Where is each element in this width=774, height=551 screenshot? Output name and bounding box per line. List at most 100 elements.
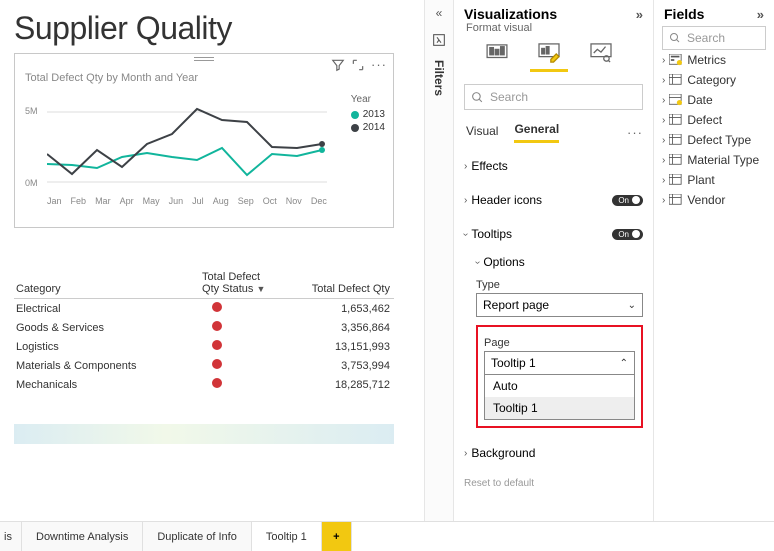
filters-label: Filters xyxy=(432,60,446,96)
page-select-dropdown: Auto Tooltip 1 xyxy=(484,375,635,420)
field-item[interactable]: › Category xyxy=(662,70,766,90)
search-icon xyxy=(669,32,681,44)
page-option[interactable]: Auto xyxy=(485,375,634,397)
subtab-visual[interactable]: Visual xyxy=(466,124,498,142)
map-visual[interactable] xyxy=(14,424,394,444)
filters-pane-collapsed: « Filters xyxy=(424,0,454,551)
line-chart-visual[interactable]: ··· Total Defect Qty by Month and Year 5… xyxy=(14,53,394,228)
col-status[interactable]: Total Defect Qty Status ▼ xyxy=(200,268,270,299)
filter-card-icon[interactable] xyxy=(431,32,447,48)
drag-handle-icon[interactable] xyxy=(194,57,214,61)
search-icon xyxy=(471,91,484,104)
field-item[interactable]: › Defect Type xyxy=(662,130,766,150)
status-dot-icon xyxy=(212,302,222,312)
legend-label: 2014 xyxy=(363,122,385,133)
x-tick: Jul xyxy=(192,196,204,206)
table-icon xyxy=(669,134,683,146)
field-item[interactable]: › Date xyxy=(662,90,766,110)
subtab-general[interactable]: General xyxy=(514,122,559,143)
y-tick: 0M xyxy=(25,178,38,188)
add-page-button[interactable]: + xyxy=(322,522,352,551)
legend-label: 2013 xyxy=(363,109,385,120)
table-row[interactable]: Materials & Components 3,753,994 xyxy=(14,356,394,375)
format-visual-tab[interactable] xyxy=(536,40,562,66)
section-header-icons[interactable]: › Header icons On xyxy=(464,187,643,213)
section-options[interactable]: › Options xyxy=(476,255,643,273)
fields-search-input[interactable]: Search xyxy=(662,26,766,50)
field-label: Category xyxy=(687,73,736,87)
expand-filters-icon[interactable]: « xyxy=(436,6,443,20)
page-tab[interactable]: is xyxy=(0,522,22,551)
table-icon xyxy=(669,174,683,186)
collapse-fields-icon[interactable]: » xyxy=(757,7,764,22)
fields-header: Fields xyxy=(664,6,704,22)
chevron-right-icon: › xyxy=(662,115,665,126)
status-dot-icon xyxy=(212,378,222,388)
chevron-right-icon: › xyxy=(464,448,467,459)
field-item[interactable]: › Material Type xyxy=(662,150,766,170)
focus-mode-icon[interactable] xyxy=(351,58,365,72)
analytics-tab[interactable] xyxy=(588,40,614,66)
col-qty[interactable]: Total Defect Qty xyxy=(270,268,394,299)
table-row[interactable]: Logistics 13,151,993 xyxy=(14,337,394,356)
cell-category: Goods & Services xyxy=(14,318,200,337)
field-item[interactable]: › Metrics xyxy=(662,50,766,70)
filter-icon[interactable] xyxy=(331,58,345,72)
more-options-icon[interactable]: ··· xyxy=(371,57,387,72)
field-item[interactable]: › Plant xyxy=(662,170,766,190)
cell-status xyxy=(200,375,270,394)
page-tab[interactable]: Downtime Analysis xyxy=(22,522,143,551)
toggle-header-icons[interactable]: On xyxy=(612,195,643,206)
page-select-highlight: Page Tooltip 1 ⌃ Auto Tooltip 1 xyxy=(476,325,643,428)
page-tab[interactable]: Duplicate of Info xyxy=(143,522,252,551)
status-dot-icon xyxy=(212,340,222,350)
x-tick: Aug xyxy=(213,196,229,206)
page-select[interactable]: Tooltip 1 ⌃ xyxy=(484,351,635,375)
table-visual[interactable]: Category Total Defect Qty Status ▼ Total… xyxy=(14,268,394,394)
field-label: Defect xyxy=(687,113,722,127)
legend-item[interactable]: 2013 xyxy=(351,109,385,120)
table-row[interactable]: Goods & Services 3,356,864 xyxy=(14,318,394,337)
col-category[interactable]: Category xyxy=(14,268,200,299)
more-options-icon[interactable]: ··· xyxy=(627,125,643,140)
section-effects[interactable]: › Effects xyxy=(464,153,643,179)
type-value: Report page xyxy=(483,298,549,312)
fields-pane: Fields » Search › Metrics› Category› Dat… xyxy=(654,0,774,551)
x-tick: Jan xyxy=(47,196,62,206)
chevron-right-icon: › xyxy=(662,135,665,146)
type-label: Type xyxy=(476,279,643,291)
page-tab-active[interactable]: Tooltip 1 xyxy=(252,522,322,551)
report-canvas[interactable]: Supplier Quality ··· Total Defect Qty by… xyxy=(0,0,424,551)
cell-category: Mechanicals xyxy=(14,375,200,394)
table-row[interactable]: Electrical 1,653,462 xyxy=(14,299,394,319)
legend-item[interactable]: 2014 xyxy=(351,122,385,133)
toggle-tooltips[interactable]: On xyxy=(612,229,643,240)
chevron-right-icon: › xyxy=(662,75,665,86)
chart-title: Total Defect Qty by Month and Year xyxy=(25,72,387,84)
table-row[interactable]: Mechanicals 18,285,712 xyxy=(14,375,394,394)
x-tick: Dec xyxy=(311,196,327,206)
search-placeholder: Search xyxy=(490,90,528,104)
x-tick: Mar xyxy=(95,196,111,206)
page-title: Supplier Quality xyxy=(14,10,424,47)
type-select[interactable]: Report page ⌄ xyxy=(476,293,643,317)
format-search-input[interactable]: Search xyxy=(464,84,643,110)
section-tooltips[interactable]: › Tooltips On xyxy=(464,221,643,247)
page-option-selected[interactable]: Tooltip 1 xyxy=(485,397,634,419)
build-visual-tab[interactable] xyxy=(484,40,510,66)
field-item[interactable]: › Vendor xyxy=(662,190,766,210)
x-tick: Nov xyxy=(286,196,302,206)
table-icon xyxy=(669,154,683,166)
cell-qty: 18,285,712 xyxy=(270,375,394,394)
status-dot-icon xyxy=(212,359,222,369)
collapse-viz-icon[interactable]: » xyxy=(636,7,643,22)
search-placeholder: Search xyxy=(687,31,725,45)
reset-to-default-link[interactable]: Reset to default xyxy=(454,474,653,493)
field-item[interactable]: › Defect xyxy=(662,110,766,130)
cell-category: Logistics xyxy=(14,337,200,356)
cell-status xyxy=(200,318,270,337)
section-background[interactable]: › Background xyxy=(464,440,643,466)
field-label: Defect Type xyxy=(687,133,751,147)
table-icon xyxy=(669,74,683,86)
page-tabs: is Downtime Analysis Duplicate of Info T… xyxy=(0,521,774,551)
